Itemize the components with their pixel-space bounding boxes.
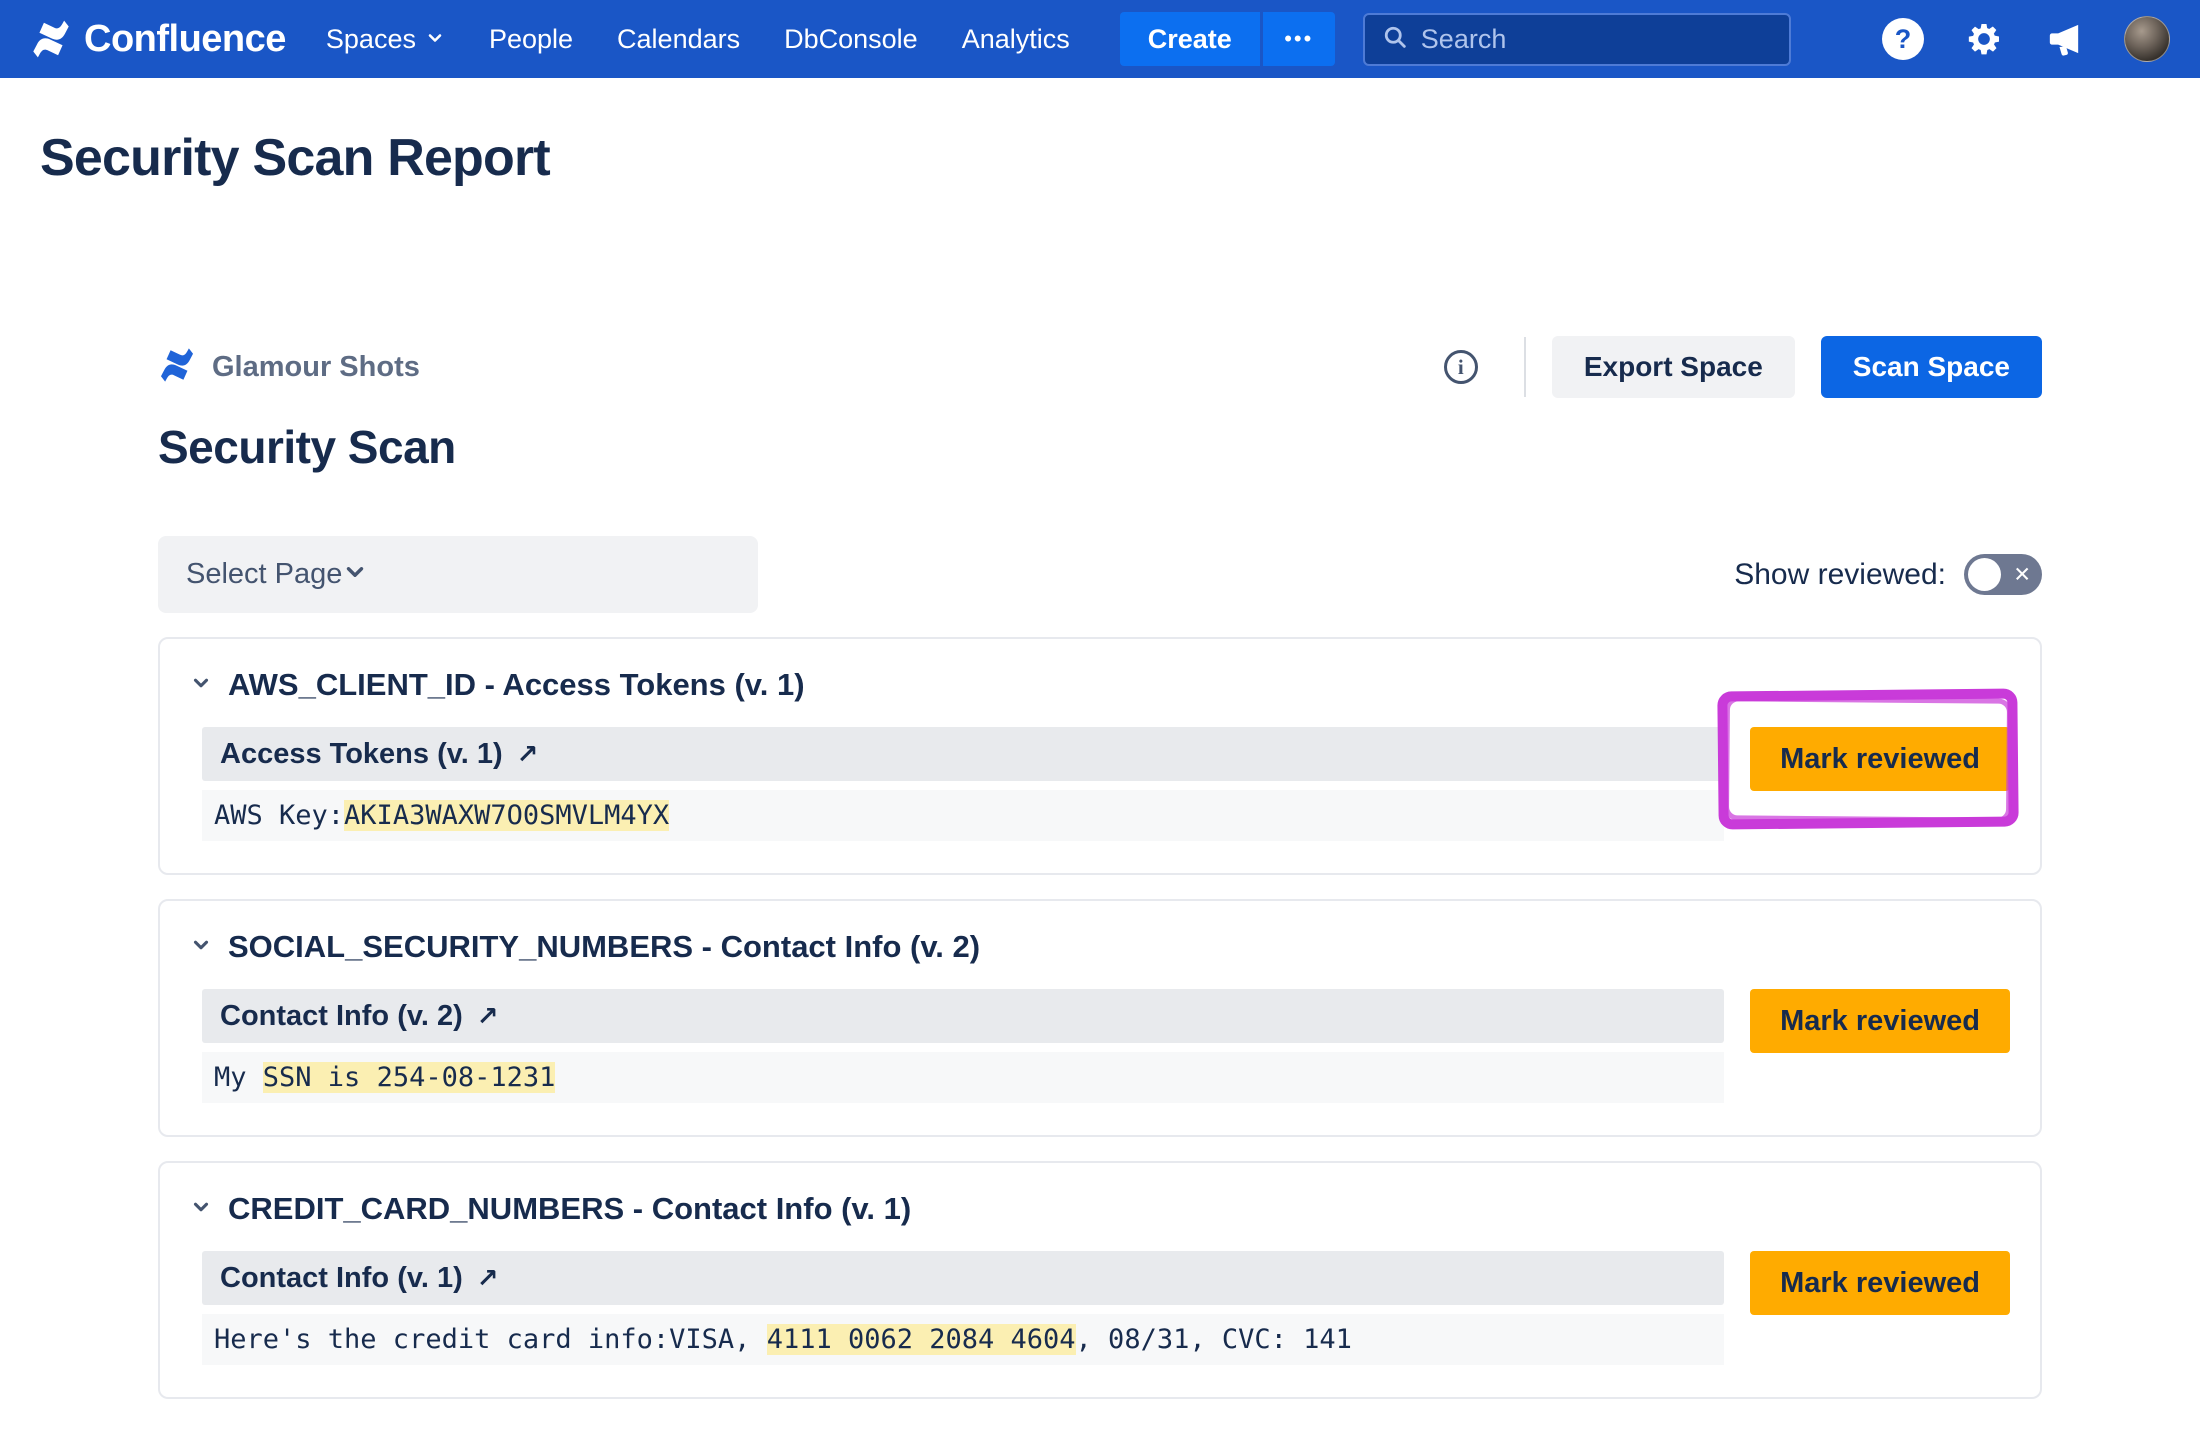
- external-link-icon[interactable]: ↗: [517, 739, 539, 770]
- question-mark: ?: [1895, 24, 1912, 55]
- snippet-text: AWS Key:: [214, 800, 344, 831]
- info-icon[interactable]: i: [1444, 350, 1478, 384]
- finding-header[interactable]: AWS_CLIENT_ID - Access Tokens (v. 1): [190, 667, 2010, 703]
- nav-item-label: Spaces: [326, 24, 416, 55]
- finding-snippet: AWS Key:AKIA3WAXW7O0SMVLM4YX: [202, 790, 1724, 841]
- page-title: Security Scan Report: [40, 128, 2200, 188]
- brand-name: Confluence: [84, 18, 286, 61]
- search-icon: [1381, 23, 1409, 56]
- nav-item-label: DbConsole: [784, 24, 918, 55]
- confluence-brand[interactable]: Confluence: [30, 18, 286, 61]
- snippet-text: , 08/31, CVC: 141: [1076, 1324, 1352, 1355]
- space-actions: i Export Space Scan Space: [1444, 336, 2042, 398]
- external-link-icon[interactable]: ↗: [477, 1001, 499, 1032]
- nav-item-analytics[interactable]: Analytics: [940, 0, 1092, 78]
- sensitive-data-highlight: SSN is 254-08-1231: [263, 1062, 556, 1093]
- finding-page-bar: Contact Info (v. 2) ↗: [202, 989, 1724, 1043]
- megaphone-icon[interactable]: [2044, 19, 2084, 59]
- vertical-divider: [1524, 337, 1526, 397]
- nav-item-label: Analytics: [962, 24, 1070, 55]
- finding-title: SOCIAL_SECURITY_NUMBERS - Contact Info (…: [228, 929, 980, 965]
- chevron-down-icon: [425, 24, 445, 55]
- main-content: Glamour Shots i Export Space Scan Space …: [158, 336, 2042, 1399]
- finding-card-aws-client-id: AWS_CLIENT_ID - Access Tokens (v. 1) Acc…: [158, 637, 2042, 875]
- scan-space-button[interactable]: Scan Space: [1821, 336, 2042, 398]
- select-page-value: Select Page: [186, 558, 342, 591]
- navbar-right-cluster: ?: [1882, 16, 2170, 62]
- sensitive-data-highlight: 4111 0062 2084 4604: [767, 1324, 1076, 1355]
- nav-more-button[interactable]: •••: [1263, 12, 1335, 66]
- mark-reviewed-button[interactable]: Mark reviewed: [1750, 989, 2010, 1053]
- finding-title: AWS_CLIENT_ID - Access Tokens (v. 1): [228, 667, 805, 703]
- finding-title: CREDIT_CARD_NUMBERS - Contact Info (v. 1…: [228, 1191, 911, 1227]
- finding-page-link[interactable]: Contact Info (v. 2): [220, 1000, 463, 1033]
- show-reviewed-control: Show reviewed: ✕: [1734, 554, 2042, 595]
- finding-detail: Contact Info (v. 1) ↗ Here's the credit …: [202, 1251, 1724, 1365]
- finding-card-credit-card: CREDIT_CARD_NUMBERS - Contact Info (v. 1…: [158, 1161, 2042, 1399]
- show-reviewed-toggle[interactable]: ✕: [1964, 554, 2042, 595]
- select-page-dropdown[interactable]: Select Page: [158, 536, 758, 613]
- help-icon[interactable]: ?: [1882, 18, 1924, 60]
- space-name[interactable]: Glamour Shots: [212, 351, 420, 384]
- external-link-icon[interactable]: ↗: [477, 1263, 499, 1294]
- finding-header[interactable]: SOCIAL_SECURITY_NUMBERS - Contact Info (…: [190, 929, 2010, 965]
- space-identity: Glamour Shots: [158, 346, 420, 389]
- settings-gear-icon[interactable]: [1964, 19, 2004, 59]
- snippet-text: Here's the credit card info:VISA,: [214, 1324, 767, 1355]
- nav-item-calendars[interactable]: Calendars: [595, 0, 762, 78]
- snippet-text: My: [214, 1062, 263, 1093]
- finding-header[interactable]: CREDIT_CARD_NUMBERS - Contact Info (v. 1…: [190, 1191, 2010, 1227]
- create-button[interactable]: Create: [1120, 12, 1260, 66]
- top-navbar: Confluence Spaces People Calendars DbCon…: [0, 0, 2200, 78]
- export-space-button[interactable]: Export Space: [1552, 336, 1795, 398]
- mark-reviewed-button[interactable]: Mark reviewed: [1750, 727, 2010, 791]
- section-heading: Security Scan: [158, 420, 2042, 474]
- sensitive-data-highlight: AKIA3WAXW7O0SMVLM4YX: [344, 800, 669, 831]
- user-avatar[interactable]: [2124, 16, 2170, 62]
- nav-item-dbconsole[interactable]: DbConsole: [762, 0, 940, 78]
- finding-detail: Access Tokens (v. 1) ↗ AWS Key:AKIA3WAXW…: [202, 727, 1724, 841]
- finding-page-link[interactable]: Contact Info (v. 1): [220, 1262, 463, 1295]
- nav-item-spaces[interactable]: Spaces: [304, 0, 467, 78]
- annotated-button-wrap: Mark reviewed: [1750, 727, 2010, 791]
- nav-item-label: Calendars: [617, 24, 740, 55]
- finding-snippet: My SSN is 254-08-1231: [202, 1052, 1724, 1103]
- chevron-down-icon: [190, 934, 212, 961]
- search-input[interactable]: [1421, 24, 1775, 55]
- info-glyph: i: [1458, 355, 1464, 380]
- space-header: Glamour Shots i Export Space Scan Space: [158, 336, 2042, 398]
- chevron-down-icon: [342, 559, 368, 590]
- show-reviewed-label: Show reviewed:: [1734, 558, 1946, 592]
- confluence-logo-icon: [30, 18, 72, 60]
- search-box[interactable]: [1363, 13, 1791, 66]
- toggle-knob: [1968, 558, 2001, 591]
- nav-item-people[interactable]: People: [467, 0, 595, 78]
- finding-card-ssn: SOCIAL_SECURITY_NUMBERS - Contact Info (…: [158, 899, 2042, 1137]
- finding-page-link[interactable]: Access Tokens (v. 1): [220, 738, 503, 771]
- nav-item-label: People: [489, 24, 573, 55]
- finding-snippet: Here's the credit card info:VISA, 4111 0…: [202, 1314, 1724, 1365]
- finding-page-bar: Contact Info (v. 1) ↗: [202, 1251, 1724, 1305]
- chevron-down-icon: [190, 672, 212, 699]
- controls-row: Select Page Show reviewed: ✕: [158, 536, 2042, 613]
- space-logo-icon: [158, 346, 196, 389]
- toggle-off-icon: ✕: [2013, 562, 2031, 587]
- finding-page-bar: Access Tokens (v. 1) ↗: [202, 727, 1724, 781]
- finding-detail: Contact Info (v. 2) ↗ My SSN is 254-08-1…: [202, 989, 1724, 1103]
- chevron-down-icon: [190, 1196, 212, 1223]
- mark-reviewed-button[interactable]: Mark reviewed: [1750, 1251, 2010, 1315]
